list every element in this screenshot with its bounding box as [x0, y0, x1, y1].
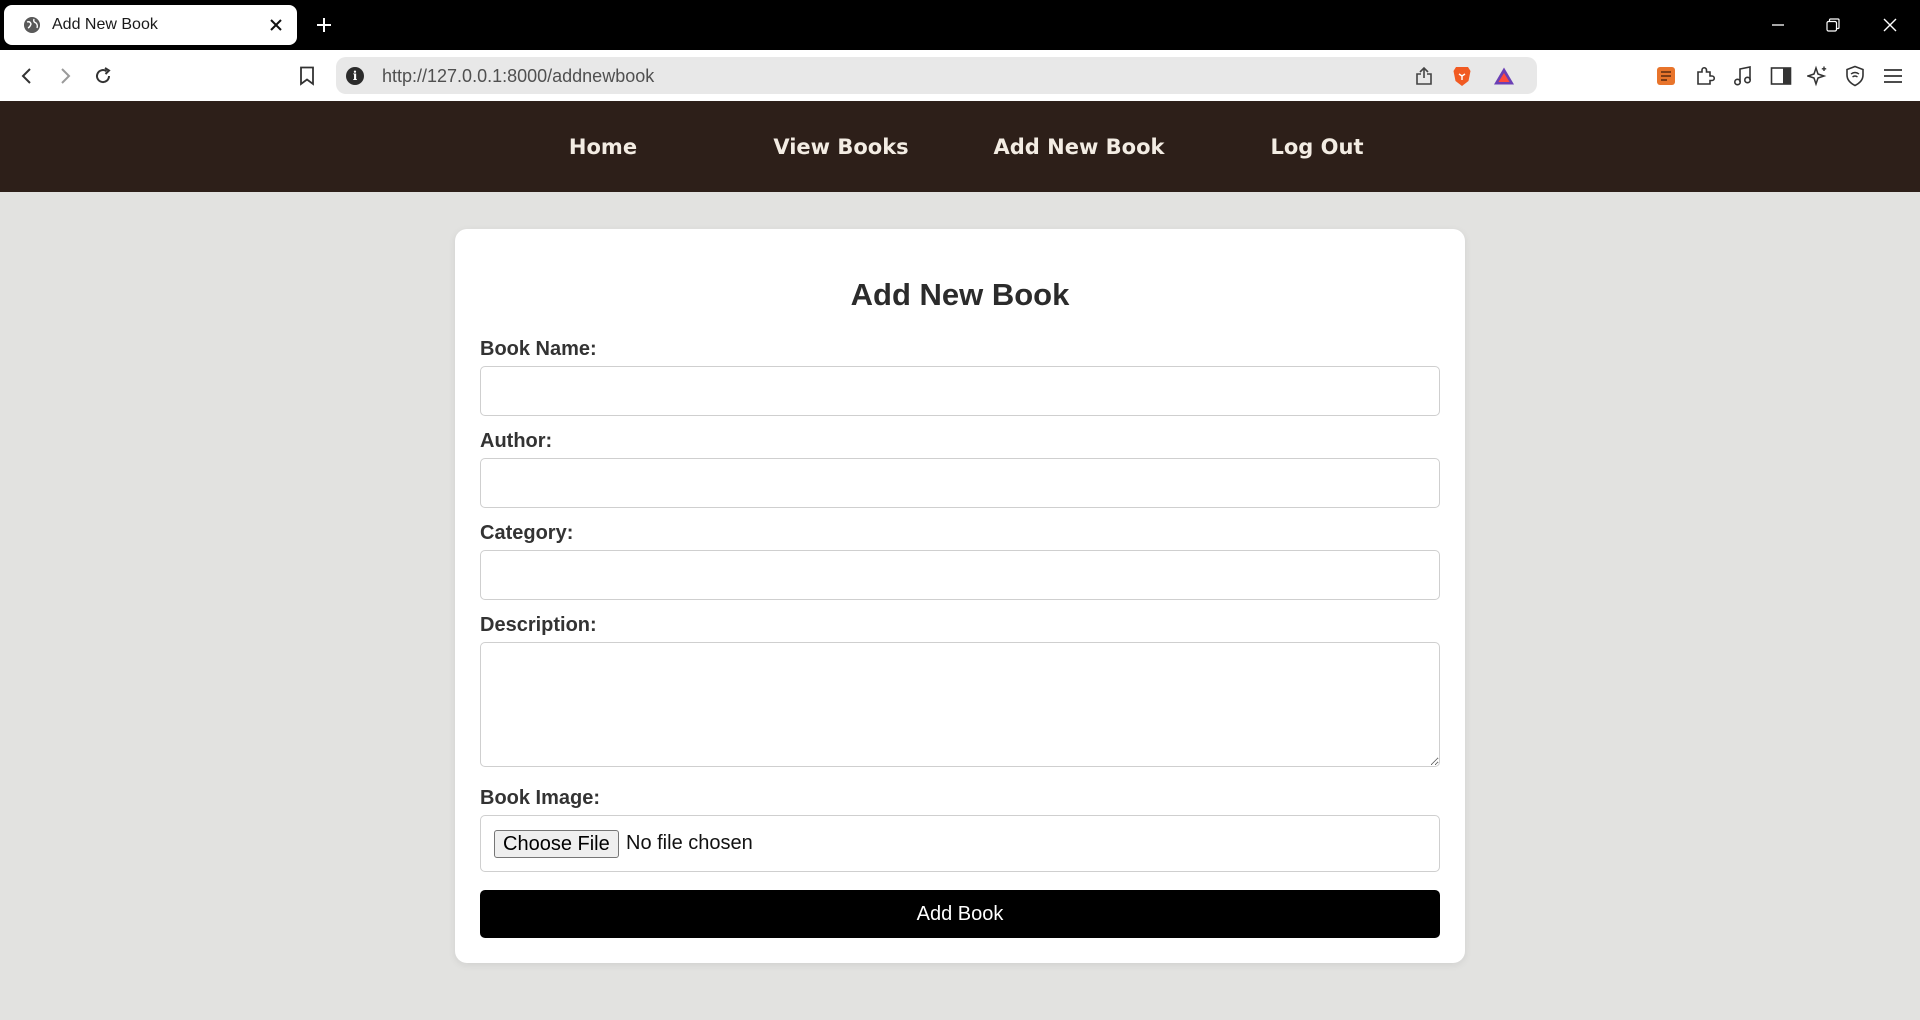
browser-toolbar: i http://127.0.0.1:8000/addnewbook [0, 50, 1920, 101]
share-icon[interactable] [1411, 63, 1437, 89]
rewards-triangle-icon[interactable] [1491, 63, 1517, 89]
restore-icon[interactable] [1821, 13, 1845, 37]
address-bar[interactable]: i http://127.0.0.1:8000/addnewbook [336, 57, 1537, 94]
music-icon[interactable] [1730, 63, 1756, 89]
add-book-button[interactable]: Add Book [480, 890, 1440, 938]
menu-icon[interactable] [1880, 63, 1906, 89]
book-name-label: Book Name: [480, 338, 597, 360]
sidebar-icon[interactable] [1768, 63, 1794, 89]
browser-tab[interactable]: Add New Book [4, 5, 297, 45]
notes-extension-icon[interactable] [1653, 63, 1679, 89]
book-image-label: Book Image: [480, 787, 601, 809]
nav-log-out-link[interactable]: Log Out [1271, 135, 1364, 159]
reload-icon[interactable] [90, 63, 116, 89]
close-icon[interactable] [265, 14, 287, 36]
category-input[interactable] [480, 550, 1440, 600]
nav-view-books-link[interactable]: View Books [773, 135, 908, 159]
description-label: Description: [480, 614, 597, 636]
plus-icon[interactable] [311, 12, 337, 38]
minimize-icon[interactable] [1766, 13, 1790, 37]
puzzle-icon[interactable] [1692, 63, 1718, 89]
add-book-form-card: Add New Book Book Name: Author: Category… [455, 229, 1465, 963]
book-name-input[interactable] [480, 366, 1440, 416]
description-textarea[interactable] [480, 642, 1440, 767]
author-label: Author: [480, 430, 553, 452]
bookmark-icon[interactable] [294, 63, 320, 89]
author-input[interactable] [480, 458, 1440, 508]
browser-tab-bar: Add New Book [0, 0, 1920, 50]
info-icon[interactable]: i [346, 67, 364, 85]
vpn-shield-icon[interactable] [1842, 63, 1868, 89]
brave-lion-icon[interactable] [1449, 63, 1475, 89]
globe-icon [24, 17, 40, 33]
back-arrow-icon[interactable] [14, 63, 40, 89]
forward-arrow-icon[interactable] [52, 63, 78, 89]
file-status-text: No file chosen [626, 832, 753, 854]
url-text[interactable]: http://127.0.0.1:8000/addnewbook [382, 66, 654, 87]
category-label: Category: [480, 522, 574, 544]
close-icon[interactable] [1878, 13, 1902, 37]
nav-add-new-book-link[interactable]: Add New Book [994, 135, 1165, 159]
choose-file-button[interactable]: Choose File [494, 830, 619, 858]
nav-home-link[interactable]: Home [569, 135, 637, 159]
book-image-file-input[interactable]: Choose File No file chosen [480, 815, 1440, 872]
form-title: Add New Book [850, 277, 1070, 312]
site-navbar: Home View Books Add New Book Log Out [0, 101, 1920, 192]
tab-title: Add New Book [52, 16, 158, 33]
leo-ai-icon[interactable] [1805, 63, 1831, 89]
